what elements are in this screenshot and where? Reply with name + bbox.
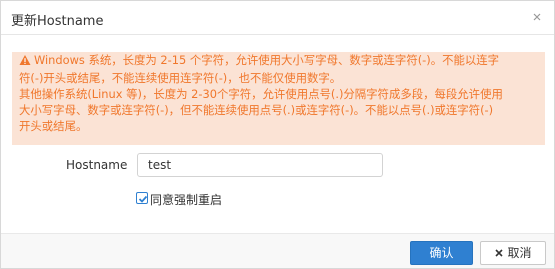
- force-restart-checkbox[interactable]: [136, 192, 148, 204]
- force-restart-label[interactable]: 同意强制重启: [150, 191, 222, 208]
- alert-line: 开头或结尾。: [19, 119, 88, 133]
- alert-line: 其他操作系统(Linux 等)，长度为 2-30个字符，允许使用点号(.)分隔字…: [19, 87, 503, 101]
- alert-text: Windows 系统，长度为 2-15 个字符，允许使用大小写字母、数字或连字符…: [19, 52, 541, 134]
- alert-line: Windows 系统，长度为 2-15 个字符，允许使用大小写字母、数字或连字符…: [19, 52, 541, 70]
- hostname-rules-alert: Windows 系统，长度为 2-15 个字符，允许使用大小写字母、数字或连字符…: [12, 52, 545, 145]
- alert-line: 大小写字母、数字或连字符(-)，但不能连续使用点号(.)或连字符(-)。不能以点…: [19, 103, 494, 117]
- warning-icon: [19, 54, 31, 70]
- cancel-label: 取消: [507, 246, 532, 260]
- close-icon: [494, 243, 504, 265]
- dialog-title: 更新Hostname: [11, 14, 104, 29]
- close-icon[interactable]: [530, 10, 544, 24]
- confirm-button[interactable]: 确认: [410, 241, 473, 265]
- alert-line: 符(-)开头或结尾，不能连续使用连字符(-)，也不能仅使用数字。: [19, 71, 342, 85]
- update-hostname-dialog: 更新Hostname Windows 系统，长度为 2-15 个字符，允许使用大…: [0, 0, 555, 269]
- hostname-input[interactable]: [137, 153, 383, 177]
- dialog-header: 更新Hostname: [1, 1, 554, 35]
- dialog-footer: 确认 取消: [1, 233, 554, 268]
- cancel-button[interactable]: 取消: [480, 241, 546, 265]
- hostname-label: Hostname: [66, 158, 128, 172]
